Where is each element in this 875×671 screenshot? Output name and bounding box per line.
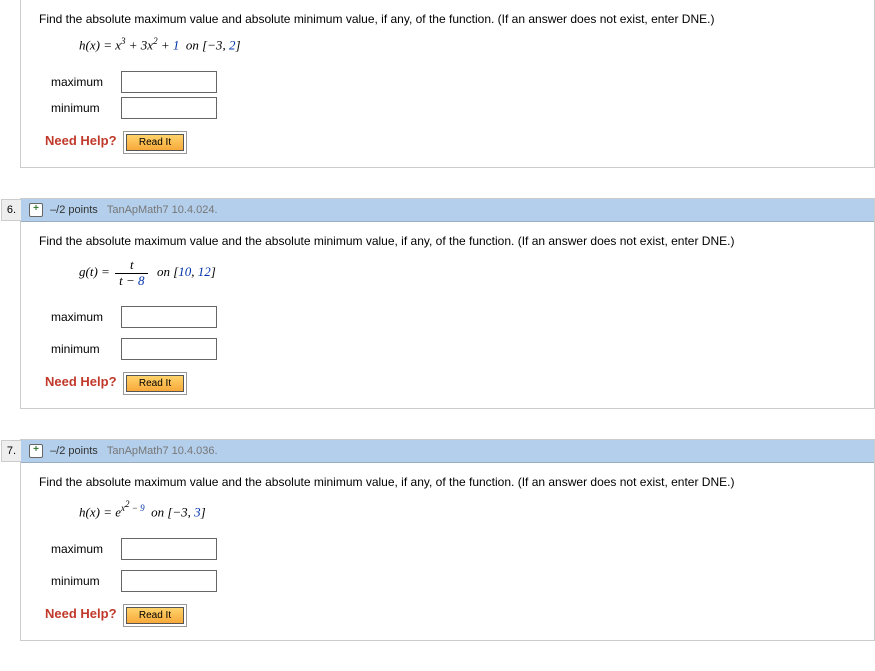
max-row: maximum bbox=[51, 538, 856, 560]
max-label: maximum bbox=[51, 310, 121, 324]
help-row: Need Help? Read It bbox=[45, 606, 856, 624]
min-row: minimum bbox=[51, 97, 856, 119]
max-label: maximum bbox=[51, 542, 121, 556]
question-6: 6. + –/2 points TanApMath7 10.4.024. Fin… bbox=[20, 198, 875, 409]
min-label: minimum bbox=[51, 574, 121, 588]
help-row: Need Help? Read It bbox=[45, 374, 856, 392]
min-label: minimum bbox=[51, 342, 121, 356]
max-input-q7[interactable] bbox=[121, 538, 217, 560]
help-row: Need Help? Read It bbox=[45, 133, 856, 151]
prompt-text: Find the absolute maximum value and abso… bbox=[39, 12, 856, 26]
formula-q6: g(t) = t t − 8 on [10, 12] bbox=[79, 258, 856, 288]
min-input-q7[interactable] bbox=[121, 570, 217, 592]
question-5-partial: Find the absolute maximum value and abso… bbox=[20, 0, 875, 168]
prompt-text: Find the absolute maximum value and the … bbox=[39, 234, 856, 248]
min-input-q6[interactable] bbox=[121, 338, 217, 360]
read-it-button[interactable]: Read It bbox=[126, 134, 184, 151]
question-header: 6. + –/2 points TanApMath7 10.4.024. bbox=[21, 199, 874, 222]
source-text: TanApMath7 10.4.024. bbox=[107, 204, 218, 216]
read-it-button[interactable]: Read It bbox=[126, 607, 184, 624]
min-row: minimum bbox=[51, 338, 856, 360]
formula-q7: h(x) = ex2 − 9 on [−3, 3] bbox=[79, 499, 856, 520]
min-row: minimum bbox=[51, 570, 856, 592]
source-text: TanApMath7 10.4.036. bbox=[107, 445, 218, 457]
need-help-label: Need Help? bbox=[45, 606, 117, 621]
max-label: maximum bbox=[51, 75, 121, 89]
points-text: –/2 points bbox=[50, 204, 98, 216]
question-header: 7. + –/2 points TanApMath7 10.4.036. bbox=[21, 440, 874, 463]
expand-icon[interactable]: + bbox=[29, 203, 43, 217]
question-7: 7. + –/2 points TanApMath7 10.4.036. Fin… bbox=[20, 439, 875, 641]
question-number: 6. bbox=[1, 199, 21, 221]
min-input-q5[interactable] bbox=[121, 97, 217, 119]
max-row: maximum bbox=[51, 71, 856, 93]
max-input-q5[interactable] bbox=[121, 71, 217, 93]
question-body: Find the absolute maximum value and the … bbox=[21, 463, 874, 640]
points-text: –/2 points bbox=[50, 445, 98, 457]
min-label: minimum bbox=[51, 101, 121, 115]
question-number: 7. bbox=[1, 440, 21, 462]
prompt-text: Find the absolute maximum value and the … bbox=[39, 475, 856, 489]
question-body: Find the absolute maximum value and the … bbox=[21, 222, 874, 408]
max-input-q6[interactable] bbox=[121, 306, 217, 328]
max-row: maximum bbox=[51, 306, 856, 328]
question-body: Find the absolute maximum value and abso… bbox=[21, 0, 874, 167]
need-help-label: Need Help? bbox=[45, 133, 117, 148]
formula-q5: h(x) = x3 + 3x2 + 1 on [−3, 2] bbox=[79, 36, 856, 53]
read-it-button[interactable]: Read It bbox=[126, 375, 184, 392]
expand-icon[interactable]: + bbox=[29, 444, 43, 458]
need-help-label: Need Help? bbox=[45, 374, 117, 389]
